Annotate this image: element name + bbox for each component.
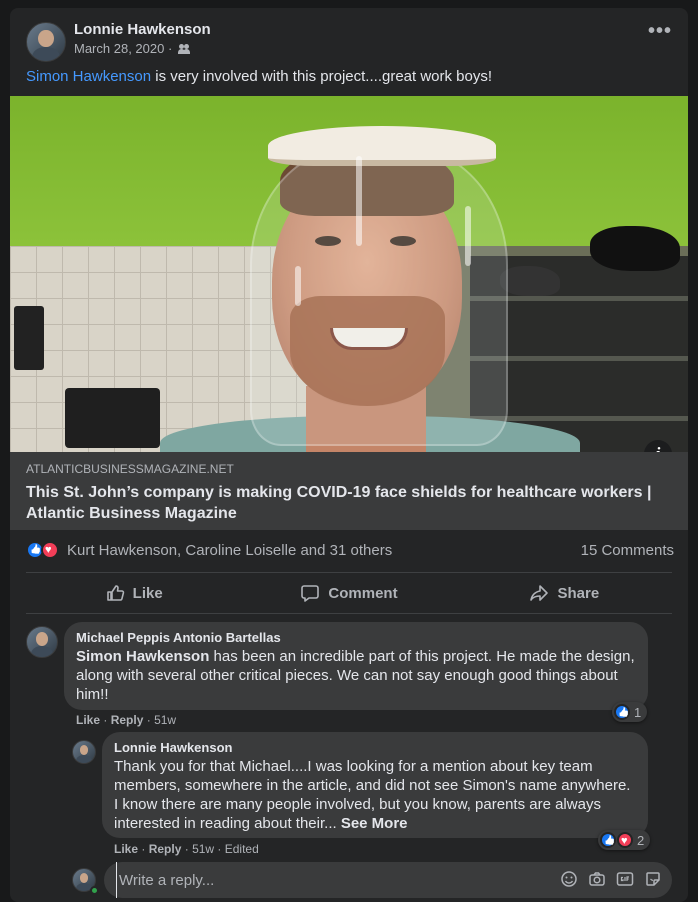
comment-count[interactable]: 15 Comments (581, 542, 674, 559)
camera-icon[interactable] (588, 870, 606, 888)
more-options-button[interactable]: ••• (648, 21, 672, 46)
reaction-names[interactable]: Kurt Hawkenson, Caroline Loiselle and 31… (67, 542, 392, 559)
online-status-dot (90, 886, 99, 895)
comment-text: Simon Hawkenson has been an incredible p… (76, 647, 636, 704)
comment-like-link[interactable]: Like (76, 713, 100, 727)
comment-timestamp[interactable]: · 51w (147, 713, 176, 727)
sticker-icon[interactable] (644, 870, 662, 888)
reactions-summary[interactable]: Kurt Hawkenson, Caroline Loiselle and 31… (26, 540, 392, 560)
reply-timestamp[interactable]: · 51w (185, 842, 214, 856)
link-domain: ATLANTICBUSINESSMAGAZINE.NET (26, 462, 234, 476)
reply-author[interactable]: Lonnie Hawkenson (114, 740, 636, 755)
love-reaction-icon (41, 541, 59, 559)
post-actions: Like Comment Share (26, 574, 672, 612)
post-card: Lonnie Hawkenson March 28, 2020 · ••• Si… (10, 8, 688, 902)
comment-reaction-count: 1 (634, 704, 642, 720)
divider (26, 613, 672, 614)
reply-bubble: Lonnie Hawkenson Thank you for that Mich… (102, 732, 648, 838)
see-more-link[interactable]: See More (341, 815, 408, 832)
separator: · (141, 842, 146, 856)
reply-reaction-count: 2 (637, 832, 645, 848)
friends-icon (178, 43, 190, 54)
post-meta: March 28, 2020 · (74, 41, 190, 56)
love-reaction-icon (617, 832, 633, 848)
reply-text: Thank you for that Michael....I was look… (114, 757, 636, 833)
comment-actions: Like · Reply · 51w (76, 713, 176, 727)
photo-glare (356, 156, 362, 246)
comment-reply-link[interactable]: Reply (111, 713, 144, 727)
reply-reactions[interactable]: 2 (598, 830, 651, 850)
divider (26, 572, 672, 573)
caption-text: is very involved with this project....gr… (151, 68, 493, 85)
share-icon (530, 585, 549, 601)
author-avatar[interactable] (26, 22, 66, 62)
reply-actions: Like · Reply · 51w · Edited (114, 842, 259, 856)
post-date[interactable]: March 28, 2020 · (74, 41, 172, 56)
photo-printer (65, 388, 160, 448)
share-button[interactable]: Share (457, 574, 672, 612)
post-caption: Simon Hawkenson is very involved with th… (26, 68, 492, 85)
thumbs-up-icon (106, 585, 124, 601)
emoji-icon[interactable] (560, 870, 578, 888)
reply-like-link[interactable]: Like (114, 842, 138, 856)
like-reaction-icon (600, 832, 616, 848)
photo-dispenser (14, 306, 44, 370)
share-label: Share (557, 584, 600, 602)
reply-reply-link[interactable]: Reply (149, 842, 182, 856)
comment-mention-link[interactable]: Simon Hawkenson (76, 648, 209, 665)
photo-shield-band (268, 126, 496, 166)
photo-glare (465, 206, 471, 266)
comment-reactions[interactable]: 1 (612, 702, 648, 722)
reply-author-avatar[interactable] (72, 740, 96, 764)
separator: · (103, 713, 108, 727)
comment-author[interactable]: Michael Peppis Antonio Bartellas (76, 630, 636, 645)
caption-mention-link[interactable]: Simon Hawkenson (26, 68, 151, 85)
link-preview[interactable]: ATLANTICBUSINESSMAGAZINE.NET This St. Jo… (10, 452, 688, 530)
comment-bubble: Michael Peppis Antonio Bartellas Simon H… (64, 622, 648, 710)
comment-icon (301, 585, 320, 602)
photo-face-shield (250, 146, 508, 446)
like-reaction-icon (614, 704, 630, 720)
edited-label: · Edited (217, 842, 259, 856)
reply-input[interactable] (116, 862, 536, 898)
comment-label: Comment (328, 584, 398, 602)
like-button[interactable]: Like (26, 574, 241, 612)
shared-link-image[interactable]: i (10, 96, 688, 452)
photo-glare (295, 266, 301, 306)
reply-composer (104, 862, 672, 898)
link-title[interactable]: This St. John’s company is making COVID-… (26, 482, 666, 524)
like-label: Like (132, 584, 163, 602)
gif-icon[interactable] (616, 870, 634, 888)
comment-button[interactable]: Comment (241, 574, 456, 612)
composer-tools (560, 870, 662, 888)
post-author[interactable]: Lonnie Hawkenson (74, 21, 211, 38)
commenter-avatar[interactable] (26, 626, 58, 658)
